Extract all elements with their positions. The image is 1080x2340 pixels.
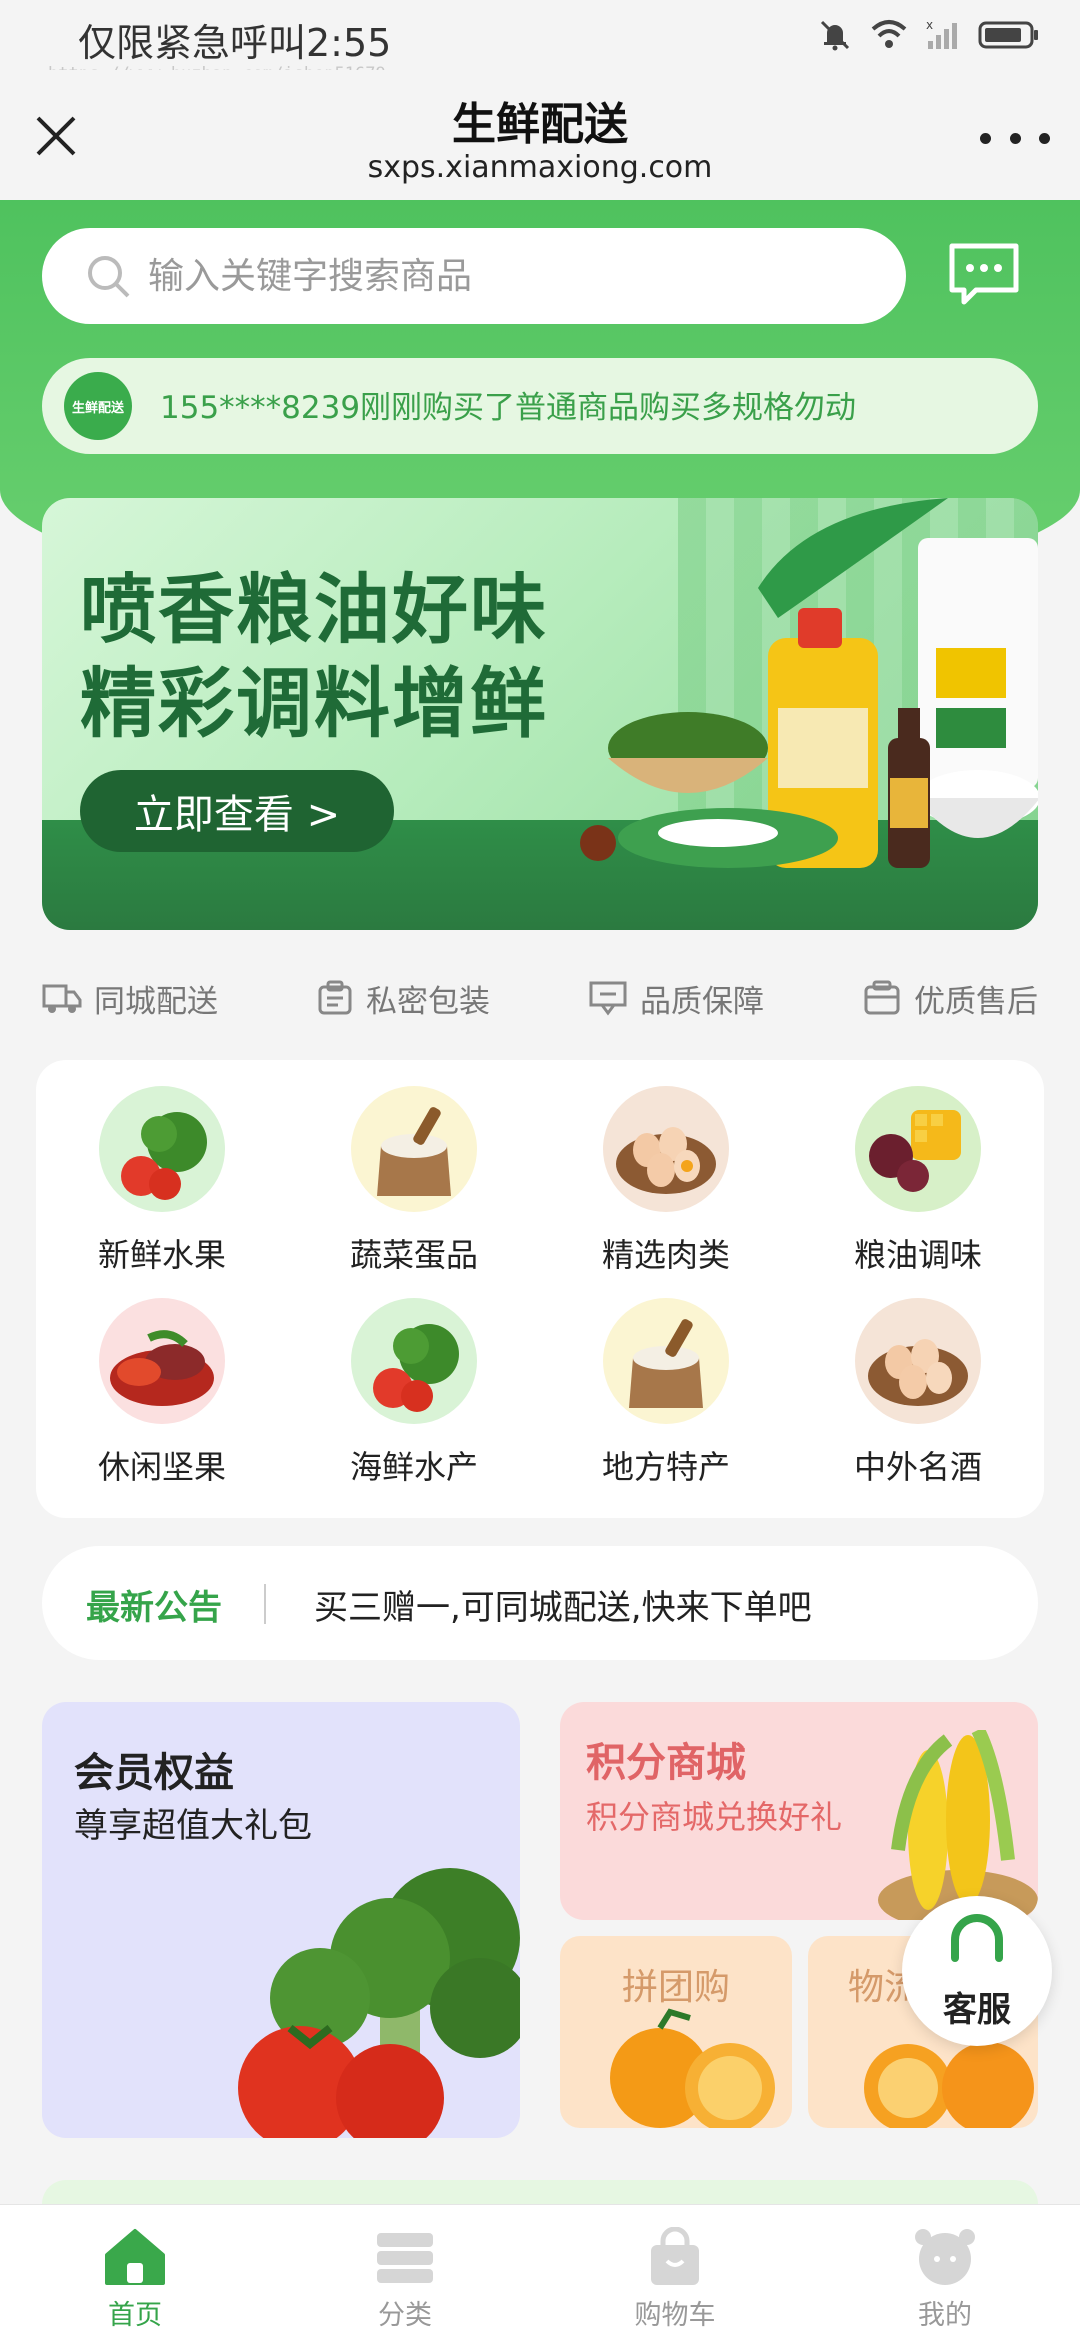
nav-label: 购物车 [634,2300,716,2331]
rice-sack-icon [351,1086,477,1212]
status-text: 仅限紧急呼叫2:55 [78,21,392,65]
status-bar: 仅限紧急呼叫2:55 https://www.huzhan.com/ishop5… [0,0,1080,84]
purchase-ticker[interactable]: 生鲜配送 155****8239刚刚购买了普通商品购买多规格勿动 [42,358,1038,454]
package-icon [318,980,352,1015]
meat-plate-icon [99,1298,225,1424]
shopping-bag-icon [651,2227,699,2285]
orange-illustration [610,2008,775,2128]
category-item-seafood[interactable]: 海鲜水产 [288,1298,540,1488]
customer-service-label: 客服 [943,1990,1011,2030]
nav-home[interactable]: 首页 [0,2205,270,2340]
quality-icon [589,981,627,1016]
nav-label: 首页 [108,2300,162,2331]
category-item-local-specialty[interactable]: 地方特产 [540,1298,792,1488]
nav-profile[interactable]: 我的 [810,2205,1080,2340]
member-subtitle: 尊享超值大礼包 [74,1806,312,1846]
announcement-text: 买三赠一,可同城配送,快来下单吧 [314,1588,812,1628]
divider [264,1584,266,1624]
category-grid: 新鲜水果 蔬菜蛋品 精选肉类 粮油调味 休闲坚果 海鲜水产 地方特产 中外名酒 [36,1086,1044,1488]
category-label: 地方特产 [601,1448,730,1486]
category-label: 精选肉类 [601,1236,730,1274]
points-subtitle: 积分商城兑换好礼 [586,1798,843,1836]
rice-sack-icon [603,1298,729,1424]
search-icon [88,256,130,298]
mute-bell-icon [820,20,850,51]
search-bar[interactable] [42,228,906,324]
category-label: 粮油调味 [853,1236,982,1274]
profile-icon [915,2229,975,2285]
feature-quality: 品质保障 [588,970,764,1026]
category-label: 休闲坚果 [97,1448,226,1486]
bottom-navigation: 首页 分类 购物车 我的 [0,2204,1080,2340]
signal-icon: x [926,19,957,49]
page-title: 生鲜配送 [452,99,628,150]
headset-icon [951,1914,1003,1962]
feature-private-package: 私密包装 [316,970,490,1026]
points-title: 积分商城 [586,1740,746,1786]
category-label: 海鲜水产 [349,1448,478,1486]
feature-label: 私密包装 [366,983,490,1020]
member-title: 会员权益 [74,1750,234,1796]
nav-label: 我的 [918,2300,972,2331]
ticker-text: 155****8239刚刚购买了普通商品购买多规格勿动 [160,390,857,426]
feature-label: 品质保障 [640,983,764,1020]
feature-local-delivery: 同城配送 [42,970,218,1026]
eggs-basket-icon [603,1086,729,1212]
wifi-icon [871,20,907,48]
feature-label: 同城配送 [94,983,218,1020]
group-buy-card[interactable]: 拼团购 [560,1936,792,2128]
message-button[interactable] [946,240,1022,306]
customer-service-button[interactable]: 客服 [902,1896,1052,2046]
title-bar: 生鲜配送 sxps.xianmaxiong.com [0,70,1080,200]
announcement-tag: 最新公告 [86,1588,222,1628]
category-item-vegetables-eggs[interactable]: 蔬菜蛋品 [288,1086,540,1276]
feature-strip: 同城配送 私密包装 品质保障 优质售后 [42,970,1038,1026]
feature-after-sales: 优质售后 [862,970,1038,1026]
points-mall-card[interactable]: 积分商城 积分商城兑换好礼 [560,1702,1038,1920]
corn-illustration [878,1730,1038,1920]
banner-headline-2: 精彩调料增鲜 [80,659,548,748]
promo-banner[interactable]: 喷香粮油好味 精彩调料增鲜 立即查看 > [42,498,1038,930]
eggs-basket-icon [855,1298,981,1424]
truck-icon [42,984,82,1013]
category-card: 新鲜水果 蔬菜蛋品 精选肉类 粮油调味 休闲坚果 海鲜水产 地方特产 中外名酒 [36,1060,1044,1518]
status-icons: x [818,18,1040,52]
category-label: 蔬菜蛋品 [349,1236,478,1274]
category-item-selected-meat[interactable]: 精选肉类 [540,1086,792,1276]
battery-icon [978,21,1038,49]
home-icon [105,2229,165,2285]
group-buy-title: 拼团购 [622,1967,731,2008]
broccoli-tomato-illustration [238,1868,520,2138]
nav-category[interactable]: 分类 [270,2205,540,2340]
category-label: 新鲜水果 [97,1236,226,1274]
category-item-grain-oil[interactable]: 粮油调味 [792,1086,1044,1276]
category-label: 中外名酒 [853,1448,982,1486]
broccoli-tomato-icon [99,1086,225,1212]
member-benefits-card[interactable]: 会员权益 尊享超值大礼包 [42,1702,520,2138]
banner-view-button[interactable]: 立即查看 > [80,770,394,852]
category-item-famous-wine[interactable]: 中外名酒 [792,1298,1044,1488]
aftersale-icon [864,980,900,1015]
broccoli-tomato-icon [351,1298,477,1424]
nav-label: 分类 [378,2300,432,2331]
search-input[interactable] [148,228,868,324]
more-menu-button[interactable] [980,120,1050,156]
svg-text:x: x [926,19,933,32]
feature-label: 优质售后 [914,983,1038,1020]
page-url: sxps.xianmaxiong.com [367,150,713,185]
category-icon [377,2233,433,2283]
mango-plum-icon [855,1086,981,1212]
chat-bubble-icon [949,243,1019,305]
announcement-bar[interactable]: 最新公告 买三赠一,可同城配送,快来下单吧 [42,1546,1038,1660]
ticker-badge: 生鲜配送 [64,372,132,440]
nav-cart[interactable]: 购物车 [540,2205,810,2340]
category-item-snacks-nuts[interactable]: 休闲坚果 [36,1298,288,1488]
category-item-fresh-fruit[interactable]: 新鲜水果 [36,1086,288,1276]
grocery-products-illustration [580,498,1038,868]
